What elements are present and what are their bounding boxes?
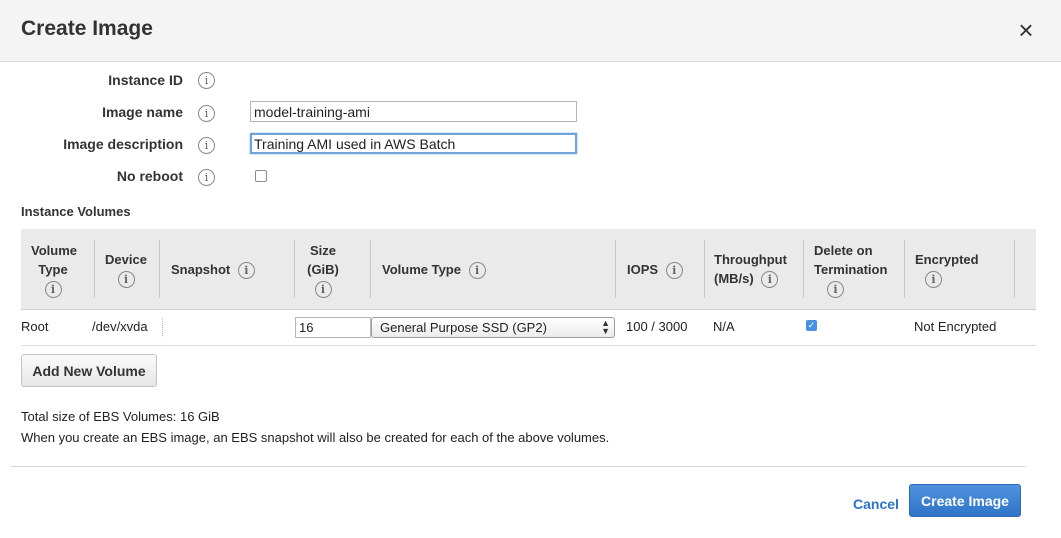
image-name-label: Image name: [102, 104, 183, 120]
cell-throughput: N/A: [713, 319, 735, 334]
delete-on-termination-checkbox[interactable]: ✓: [806, 320, 817, 331]
info-icon[interactable]: i: [198, 72, 215, 89]
header-size-line2: (GiB): [307, 262, 339, 277]
header-throughput-line1: Throughput: [714, 252, 787, 267]
info-icon[interactable]: i: [761, 271, 779, 289]
info-icon[interactable]: i: [198, 169, 215, 186]
header-throughput-line2: (MB/s): [714, 271, 754, 286]
size-input[interactable]: [295, 317, 371, 338]
footer-divider: [11, 466, 1026, 467]
no-reboot-checkbox[interactable]: [255, 170, 267, 182]
header-volume-type-line1: Volume: [31, 243, 77, 258]
volume-type-select-value: General Purpose SSD (GP2): [380, 320, 547, 335]
instance-volumes-title: Instance Volumes: [21, 204, 131, 219]
header-iops: IOPS i: [627, 260, 683, 280]
image-name-input[interactable]: [250, 101, 577, 122]
column-divider: [294, 240, 295, 298]
header-encrypted-label: Encrypted: [915, 252, 979, 267]
column-divider: [370, 240, 371, 298]
volume-type-select[interactable]: General Purpose SSD (GP2) ▲ ▼: [371, 317, 615, 338]
header-delete-line1: Delete on: [814, 243, 873, 258]
dialog-header: Create Image ×: [0, 0, 1061, 62]
image-description-label: Image description: [63, 136, 183, 152]
cell-iops: 100 / 3000: [626, 319, 688, 334]
header-delete-line2: Termination: [814, 262, 888, 277]
info-icon[interactable]: i: [44, 281, 62, 299]
column-divider: [803, 240, 804, 298]
dialog-title: Create Image: [21, 17, 153, 40]
select-arrows-icon: ▲ ▼: [601, 318, 610, 336]
row-divider: [21, 345, 1036, 346]
info-icon[interactable]: i: [925, 271, 942, 289]
snapshot-input[interactable]: [162, 317, 290, 338]
header-encrypted: Encrypted i: [915, 250, 979, 289]
column-divider: [1014, 240, 1015, 298]
instance-id-label: Instance ID: [108, 72, 183, 88]
info-icon[interactable]: i: [237, 262, 255, 280]
cell-encrypted: Not Encrypted: [914, 319, 997, 334]
header-delete-on-termination: Delete on Termination i: [814, 241, 888, 299]
header-size: Size (GiB) i: [305, 241, 341, 299]
info-icon[interactable]: i: [665, 262, 683, 280]
column-divider: [159, 240, 160, 298]
header-volume-type: Volume Type i: [31, 241, 77, 299]
header-throughput: Throughput (MB/s) i: [714, 250, 787, 289]
header-device: Device i: [103, 250, 149, 289]
image-description-input[interactable]: [250, 133, 577, 154]
header-size-line1: Size: [309, 243, 336, 258]
close-icon[interactable]: ×: [1015, 17, 1037, 43]
cell-device: /dev/xvda: [92, 319, 148, 334]
cancel-button[interactable]: Cancel: [853, 496, 899, 512]
cell-volume-type: Root: [21, 319, 49, 334]
snapshot-note-text: When you create an EBS image, an EBS sna…: [21, 430, 610, 445]
header-iops-label: IOPS: [627, 262, 659, 277]
header-snapshot: Snapshot i: [171, 260, 255, 280]
header-volume-type-select: Volume Type i: [382, 260, 486, 280]
info-icon[interactable]: i: [827, 281, 844, 299]
column-divider: [904, 240, 905, 298]
add-new-volume-button[interactable]: Add New Volume: [21, 354, 157, 387]
info-icon[interactable]: i: [117, 271, 135, 289]
create-image-button[interactable]: Create Image: [909, 484, 1021, 517]
header-device-label: Device: [105, 252, 147, 267]
no-reboot-label: No reboot: [116, 168, 183, 184]
info-icon[interactable]: i: [198, 105, 215, 122]
column-divider: [704, 240, 705, 298]
info-icon[interactable]: i: [468, 262, 486, 280]
column-divider: [615, 240, 616, 298]
volumes-table-header: Volume Type i Device i Snapshot i Size (…: [21, 229, 1036, 310]
header-volume-type-label: Volume Type: [382, 262, 461, 277]
total-size-text: Total size of EBS Volumes: 16 GiB: [21, 409, 220, 424]
header-volume-type-line2: Type: [38, 262, 68, 277]
column-divider: [94, 240, 95, 298]
info-icon[interactable]: i: [198, 137, 215, 154]
header-snapshot-label: Snapshot: [171, 262, 231, 277]
info-icon[interactable]: i: [314, 281, 332, 299]
